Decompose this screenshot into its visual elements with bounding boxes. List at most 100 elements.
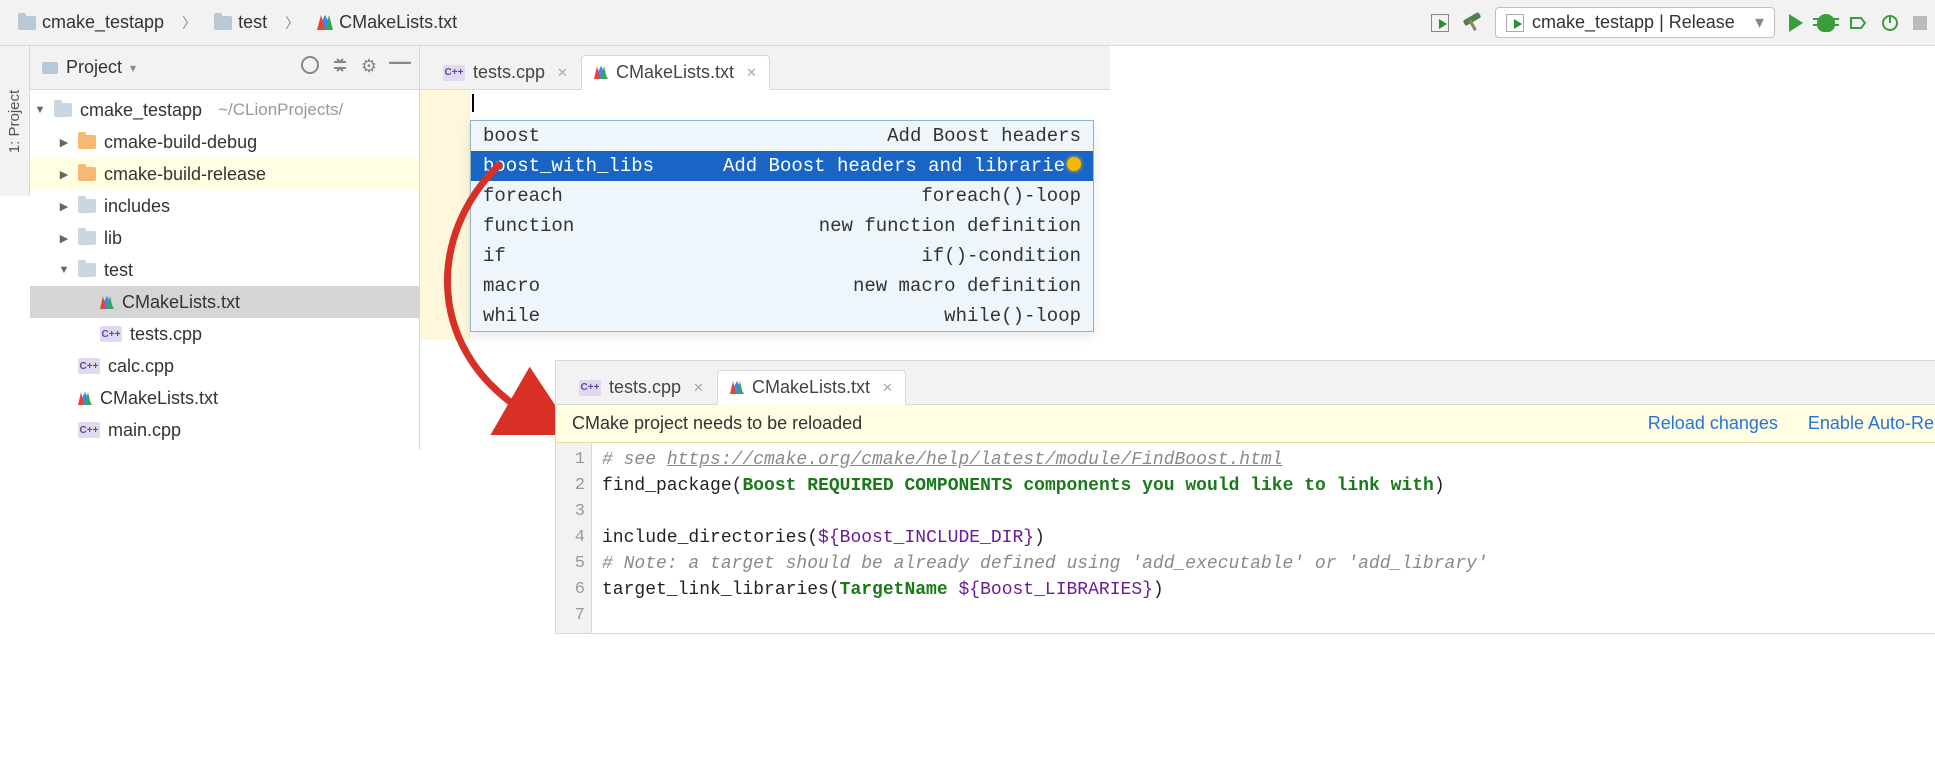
code-line: target_link_libraries(TargetName ${Boost…	[602, 577, 1488, 603]
autocomplete-item[interactable]: if if()-condition	[471, 241, 1093, 271]
editor-tab[interactable]: C++ tests.cpp ✕	[430, 55, 581, 89]
expand-toggle-icon[interactable]	[34, 104, 46, 116]
cmake-icon	[78, 392, 92, 405]
tree-node[interactable]: C++ main.cpp	[30, 414, 419, 446]
close-icon[interactable]: ✕	[557, 65, 568, 81]
autocomplete-item[interactable]: while while()-loop	[471, 301, 1093, 331]
autocomplete-item[interactable]: foreach foreach()-loop	[471, 181, 1093, 211]
ac-name: macro	[483, 275, 540, 297]
tab-row-top: C++ tests.cpp ✕ CMakeLists.txt ✕	[420, 46, 1110, 90]
editor-tab[interactable]: CMakeLists.txt ✕	[717, 370, 906, 405]
tree-node-label: main.cpp	[108, 420, 181, 441]
code-line	[602, 603, 1488, 629]
tree-node[interactable]: CMakeLists.txt	[30, 286, 419, 318]
tree-node-label: includes	[104, 196, 170, 217]
ac-description: Add Boost headers and librarie	[723, 155, 1081, 177]
ac-name: function	[483, 215, 574, 237]
toolbar-actions: cmake_testapp | Release ▾	[1431, 7, 1927, 38]
tree-node[interactable]: includes	[30, 190, 419, 222]
profile-button[interactable]	[1881, 14, 1899, 32]
autocomplete-popup[interactable]: boost Add Boost headers boost_with_libs …	[470, 120, 1094, 332]
notification-banner: CMake project needs to be reloaded Reloa…	[556, 405, 1935, 443]
editor-gutter	[420, 90, 470, 340]
line-number: 2	[562, 473, 585, 499]
tree-root[interactable]: cmake_testapp ~/CLionProjects/	[30, 94, 419, 126]
ac-name: if	[483, 245, 506, 267]
enable-auto-reload-link[interactable]: Enable Auto-Rel	[1808, 413, 1935, 434]
banner-message: CMake project needs to be reloaded	[572, 413, 862, 434]
project-panel-header: Project ▾ ⚙ —	[30, 46, 419, 90]
tree-node[interactable]: cmake-build-debug	[30, 126, 419, 158]
expand-toggle-icon[interactable]	[58, 232, 70, 245]
tree-node[interactable]: C++ tests.cpp	[30, 318, 419, 350]
cpp-icon: C++	[579, 380, 601, 396]
line-gutter: 1234567	[556, 443, 592, 633]
cmake-icon	[100, 296, 114, 309]
stop-button[interactable]	[1913, 16, 1927, 30]
code-area[interactable]: # see https://cmake.org/cmake/help/lates…	[592, 443, 1498, 633]
run-window-button[interactable]	[1431, 14, 1449, 32]
reload-changes-link[interactable]: Reload changes	[1648, 413, 1778, 434]
autocomplete-item[interactable]: function new function definition	[471, 211, 1093, 241]
breadcrumb: cmake_testapp 〉 test 〉 CMakeLists.txt	[8, 9, 467, 36]
ac-name: boost_with_libs	[483, 155, 654, 177]
close-icon[interactable]: ✕	[882, 380, 893, 396]
code-line	[602, 499, 1488, 525]
crumb-test[interactable]: test	[204, 9, 277, 36]
build-button[interactable]	[1463, 14, 1481, 32]
run-button[interactable]	[1789, 14, 1803, 32]
tab-label: tests.cpp	[609, 377, 681, 398]
line-number: 7	[562, 603, 585, 629]
tree-node[interactable]: C++ calc.cpp	[30, 350, 419, 382]
tree-node-label: cmake-build-debug	[104, 132, 257, 153]
project-tree[interactable]: cmake_testapp ~/CLionProjects/ cmake-bui…	[30, 90, 419, 450]
tree-node-label: CMakeLists.txt	[100, 388, 218, 409]
tree-node[interactable]: CMakeLists.txt	[30, 382, 419, 414]
code-line: # Note: a target should be already defin…	[602, 551, 1488, 577]
folder-icon	[54, 103, 72, 117]
ac-name: while	[483, 305, 540, 327]
crumb-label: CMakeLists.txt	[339, 12, 457, 33]
cpp-icon: C++	[100, 326, 122, 342]
select-opened-file-button[interactable]	[301, 56, 319, 74]
crumb-file[interactable]: CMakeLists.txt	[307, 9, 467, 36]
code-wrap: 1234567 # see https://cmake.org/cmake/he…	[556, 443, 1935, 633]
settings-button[interactable]: ⚙	[361, 56, 377, 79]
close-icon[interactable]: ✕	[746, 65, 757, 81]
expand-toggle-icon[interactable]	[58, 168, 70, 181]
tree-node[interactable]: lib	[30, 222, 419, 254]
project-panel: Project ▾ ⚙ — cmake_testapp ~/CLionProje…	[30, 46, 420, 450]
run-with-coverage-button[interactable]	[1849, 14, 1867, 32]
close-icon[interactable]: ✕	[693, 380, 704, 396]
project-path: ~/CLionProjects/	[218, 100, 343, 120]
line-number: 5	[562, 551, 585, 577]
autocomplete-item[interactable]: boost Add Boost headers	[471, 121, 1093, 151]
tree-node-label: lib	[104, 228, 122, 249]
editor-tab[interactable]: C++ tests.cpp ✕	[566, 370, 717, 404]
autocomplete-item[interactable]: boost_with_libs Add Boost headers and li…	[471, 151, 1093, 181]
crumb-root[interactable]: cmake_testapp	[8, 9, 174, 36]
tool-window-stripe[interactable]: 1: Project	[0, 46, 30, 196]
expand-toggle-icon[interactable]	[58, 136, 70, 149]
editor-tab[interactable]: CMakeLists.txt ✕	[581, 55, 770, 90]
expand-toggle-icon[interactable]	[58, 264, 70, 276]
collapse-all-button[interactable]	[331, 56, 349, 79]
autocomplete-item[interactable]: macro new macro definition	[471, 271, 1093, 301]
config-icon	[1506, 14, 1524, 32]
chevron-down-icon[interactable]: ▾	[130, 61, 136, 75]
run-config-label: cmake_testapp | Release	[1532, 12, 1735, 33]
minimize-button[interactable]: —	[389, 56, 407, 74]
tree-node[interactable]: cmake-build-release	[30, 158, 419, 190]
tab-label: tests.cpp	[473, 62, 545, 83]
tree-node-label: tests.cpp	[130, 324, 202, 345]
cpp-icon: C++	[78, 422, 100, 438]
cpp-icon: C++	[443, 65, 465, 81]
line-number: 4	[562, 525, 585, 551]
editor-body[interactable]: boost Add Boost headers boost_with_libs …	[420, 90, 1110, 340]
tree-node[interactable]: test	[30, 254, 419, 286]
run-config-dropdown[interactable]: cmake_testapp | Release ▾	[1495, 7, 1775, 38]
tree-node-label: cmake-build-release	[104, 164, 266, 185]
debug-button[interactable]	[1817, 14, 1835, 32]
chevron-right-icon: 〉	[283, 13, 301, 33]
expand-toggle-icon[interactable]	[58, 200, 70, 213]
